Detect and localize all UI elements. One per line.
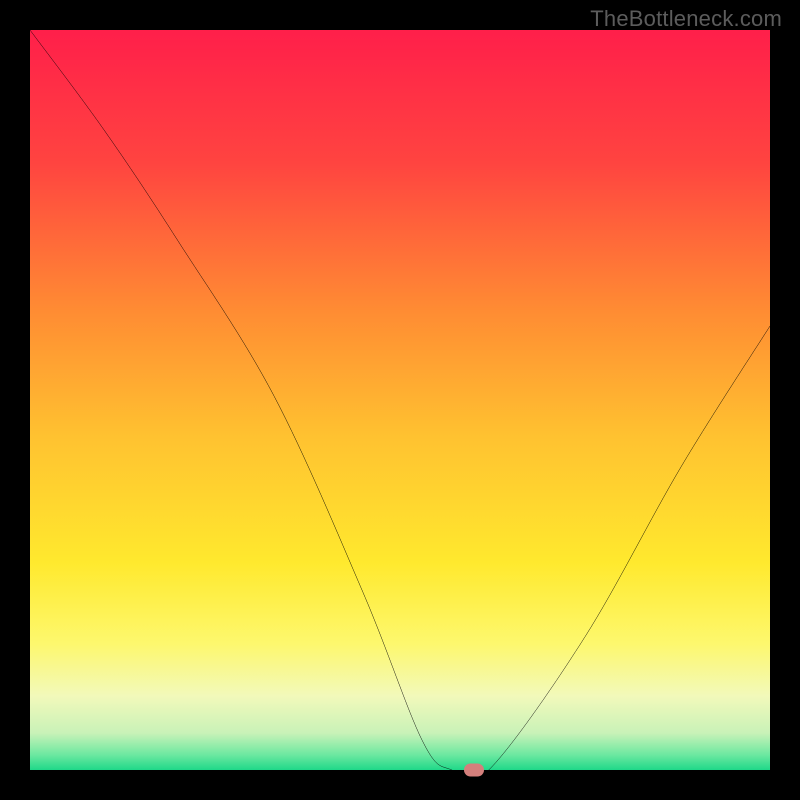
plot-area <box>30 30 770 770</box>
bottleneck-curve <box>30 30 770 770</box>
curve-path <box>30 30 770 781</box>
chart-frame: TheBottleneck.com <box>0 0 800 800</box>
watermark-text: TheBottleneck.com <box>590 6 782 32</box>
optimum-marker <box>464 764 484 777</box>
